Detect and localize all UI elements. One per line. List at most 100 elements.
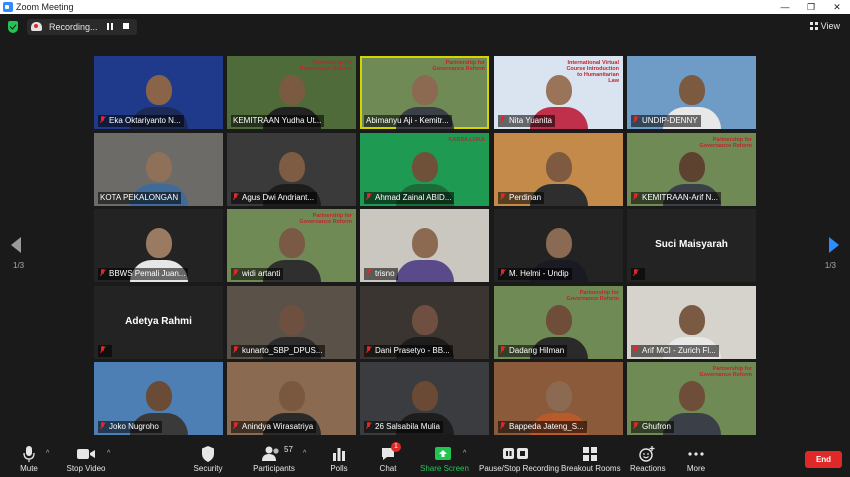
participant-face [411,304,438,335]
participant-name-label: 26 Salsabila Mulia [364,421,443,433]
participant-tile[interactable]: Eka Oktariyanto N... [94,56,223,129]
reactions-button[interactable]: Reactions [630,445,666,473]
participant-tile[interactable]: kunarto_SBP_DPUS... [227,286,356,359]
participant-face [411,380,438,411]
participant-name: Perdinan [509,193,542,202]
chat-badge: 1 [391,442,401,452]
participant-name-label: Anindya Wirasatriya [231,421,317,433]
page-indicator-left: 1/3 [13,261,25,270]
participants-options-chevron-icon[interactable]: ^ [303,450,306,457]
mute-button[interactable]: Mute [14,445,44,473]
minimize-button[interactable]: — [772,0,798,14]
participant-tile[interactable]: Partnership for Governance Reform Ghufron [627,362,756,435]
participant-tile[interactable]: KOTA PEKALONGAN [94,133,223,206]
share-screen-icon [420,445,466,463]
participant-tile[interactable]: Perdinan [494,133,623,206]
maximize-button[interactable]: ❐ [798,0,824,14]
participant-name-label: trisno [364,268,398,280]
mute-label: Mute [20,464,38,473]
participant-tile[interactable]: Agus Dwi Andriant... [227,133,356,206]
participant-tile[interactable]: trisno [360,209,489,282]
share-screen-button[interactable]: Share Screen [420,445,469,473]
polls-button[interactable]: Polls [326,445,352,473]
stop-recording-icon[interactable] [123,23,129,29]
participant-name-label: Joko Nugroho [98,421,162,433]
participant-face [411,151,438,182]
previous-page-arrow-icon[interactable] [11,237,21,253]
participant-name-label [631,268,645,280]
chat-button[interactable]: 1 Chat [376,442,401,473]
breakout-rooms-button[interactable]: Breakout Rooms [561,445,621,473]
participant-tile[interactable]: Suci Maisyarah [627,209,756,282]
participant-name: Ahmad Zainal ABID... [375,193,452,202]
participant-name: Joko Nugroho [109,422,159,431]
end-meeting-button[interactable]: End [805,451,842,468]
muted-microphone-icon [233,346,239,354]
muted-microphone-icon [366,269,372,277]
participant-tile[interactable]: Partnership for Governance Reform Abimany… [360,56,489,129]
muted-microphone-icon [633,346,639,354]
participant-name: Eka Oktariyanto N... [109,116,181,125]
participant-name-label: M. Helmi - Undip [498,268,572,280]
participant-face [278,304,305,335]
muted-microphone-icon [100,346,106,354]
participant-name: trisno [375,269,395,278]
participant-tile[interactable]: Adetya Rahmi [94,286,223,359]
muted-microphone-icon [633,193,639,201]
security-shield-icon[interactable] [8,21,18,33]
participant-tile[interactable]: Bappeda Jateng_S... [494,362,623,435]
video-options-chevron-icon[interactable]: ^ [107,450,110,457]
participant-name-label: Nita Yuanita [498,115,555,127]
participants-count: 57 [284,445,293,454]
participant-name: widi artanti [242,269,281,278]
participant-tile[interactable]: Arif MCI - Zurich Fl... [627,286,756,359]
polls-icon [326,445,352,463]
participant-name: Anindya Wirasatriya [242,422,314,431]
participant-face [278,151,305,182]
stop-video-button[interactable]: Stop Video [64,445,108,473]
participant-tile[interactable]: 26 Salsabila Mulia [360,362,489,435]
participant-tile[interactable]: Anindya Wirasatriya [227,362,356,435]
participant-face [278,74,305,105]
participant-face [145,227,172,258]
security-label: Security [193,464,223,473]
participant-name: Dadang Hilman [509,346,565,355]
muted-microphone-icon [366,422,372,430]
close-button[interactable]: ✕ [824,0,850,14]
more-button[interactable]: More [684,445,708,473]
more-label: More [686,464,706,473]
participant-name: kunarto_SBP_DPUS... [242,346,323,355]
participant-tile[interactable]: International Virtual Course Introductio… [494,56,623,129]
participant-tile[interactable]: UNDIP-DENNY [627,56,756,129]
participant-name-label: Perdinan [498,192,545,204]
audio-options-chevron-icon[interactable]: ^ [46,450,49,457]
participant-tile[interactable]: BBWS Pemali Juan... [94,209,223,282]
participant-tile[interactable]: M. Helmi - Undip [494,209,623,282]
participants-button[interactable]: 57 Participants [252,445,296,473]
video-camera-icon [64,445,108,463]
participant-tile[interactable]: Partnership for Governance Reform KEMITRA… [227,56,356,129]
participant-name-label: Dadang Hilman [498,345,568,357]
participant-name-label: Bappeda Jateng_S... [498,421,587,433]
participant-face [678,304,705,335]
pause-recording-icon[interactable] [107,23,113,30]
participant-name: KEMITRAAN Yudha Ut... [233,116,322,125]
participant-tile[interactable]: Dani Prasetyo - BB... [360,286,489,359]
virtual-background-banner: KARSA LOKA [448,137,485,143]
share-options-chevron-icon[interactable]: ^ [463,450,466,457]
pause-stop-icon [479,445,553,463]
participant-tile[interactable]: Partnership for Governance Reform widi ar… [227,209,356,282]
security-button[interactable]: Security [192,445,224,473]
breakout-rooms-icon [561,445,619,463]
next-page-arrow-icon[interactable] [829,237,839,253]
pause-stop-recording-button[interactable]: Pause/Stop Recording [479,445,559,473]
participant-tile[interactable]: KARSA LOKA Ahmad Zainal ABID... [360,133,489,206]
participant-name-label: Ahmad Zainal ABID... [364,192,455,204]
participant-tile[interactable]: Partnership for Governance Reform Dadang … [494,286,623,359]
view-button[interactable]: View [809,21,840,31]
participant-name: UNDIP-DENNY [642,116,698,125]
share-screen-label: Share Screen [420,464,469,473]
participant-tile[interactable]: Joko Nugroho [94,362,223,435]
participant-tile[interactable]: Partnership for Governance Reform KEMITRA… [627,133,756,206]
reactions-label: Reactions [630,464,666,473]
